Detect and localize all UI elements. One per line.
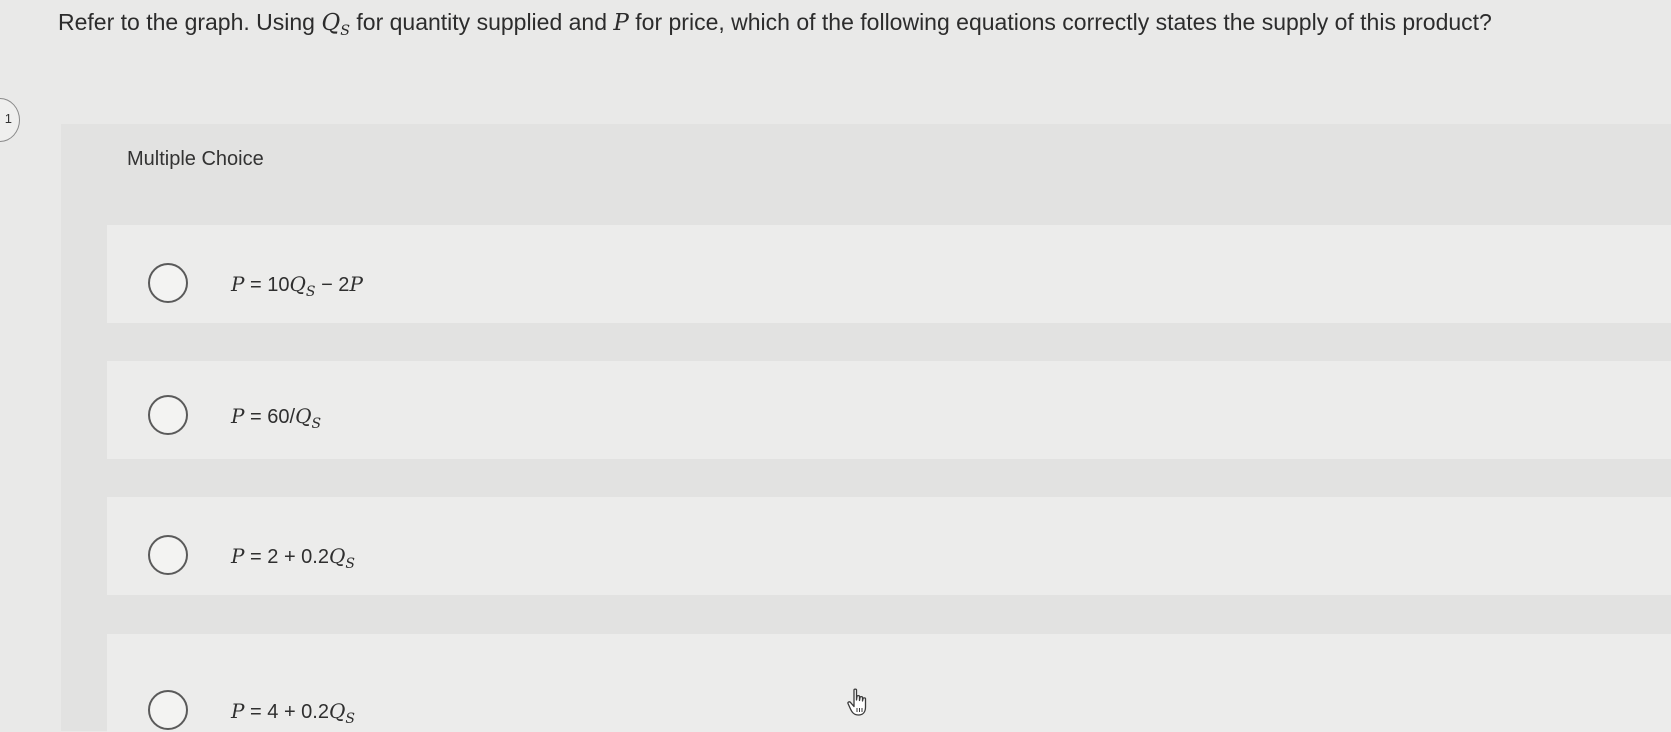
p-symbol: P — [613, 10, 629, 36]
question-prefix: Refer to the graph. Using — [58, 9, 322, 35]
qs-symbol: QS — [321, 10, 350, 39]
option-d[interactable]: P = 4 + 0.2QS — [107, 634, 1671, 732]
option-a-equation: P = 10QS − 2P — [231, 272, 363, 300]
radio-circle-icon[interactable] — [148, 263, 188, 303]
question-number-badge[interactable]: 1 — [0, 98, 20, 142]
question-number: 1 — [4, 111, 12, 126]
question-prompt: Refer to the graph. Using QS for quantit… — [58, 6, 1658, 39]
option-b[interactable]: P = 60/QS — [107, 361, 1671, 459]
hand-pointer-icon — [847, 688, 867, 716]
option-a[interactable]: P = 10QS − 2P — [107, 225, 1671, 323]
option-b-equation: P = 60/QS — [231, 404, 322, 432]
multiple-choice-label: Multiple Choice — [127, 148, 264, 170]
multiple-choice-panel: Multiple Choice P = 10QS − 2P P = 60/QS … — [61, 124, 1671, 732]
radio-circle-icon[interactable] — [148, 395, 188, 435]
option-c-equation: P = 2 + 0.2QS — [231, 544, 355, 572]
question-middle: for quantity supplied and — [350, 9, 614, 35]
question-suffix: for price, which of the following equati… — [628, 9, 1492, 35]
radio-circle-icon[interactable] — [148, 535, 188, 575]
option-c[interactable]: P = 2 + 0.2QS — [107, 497, 1671, 595]
option-d-equation: P = 4 + 0.2QS — [231, 699, 355, 727]
radio-circle-icon[interactable] — [148, 690, 188, 730]
